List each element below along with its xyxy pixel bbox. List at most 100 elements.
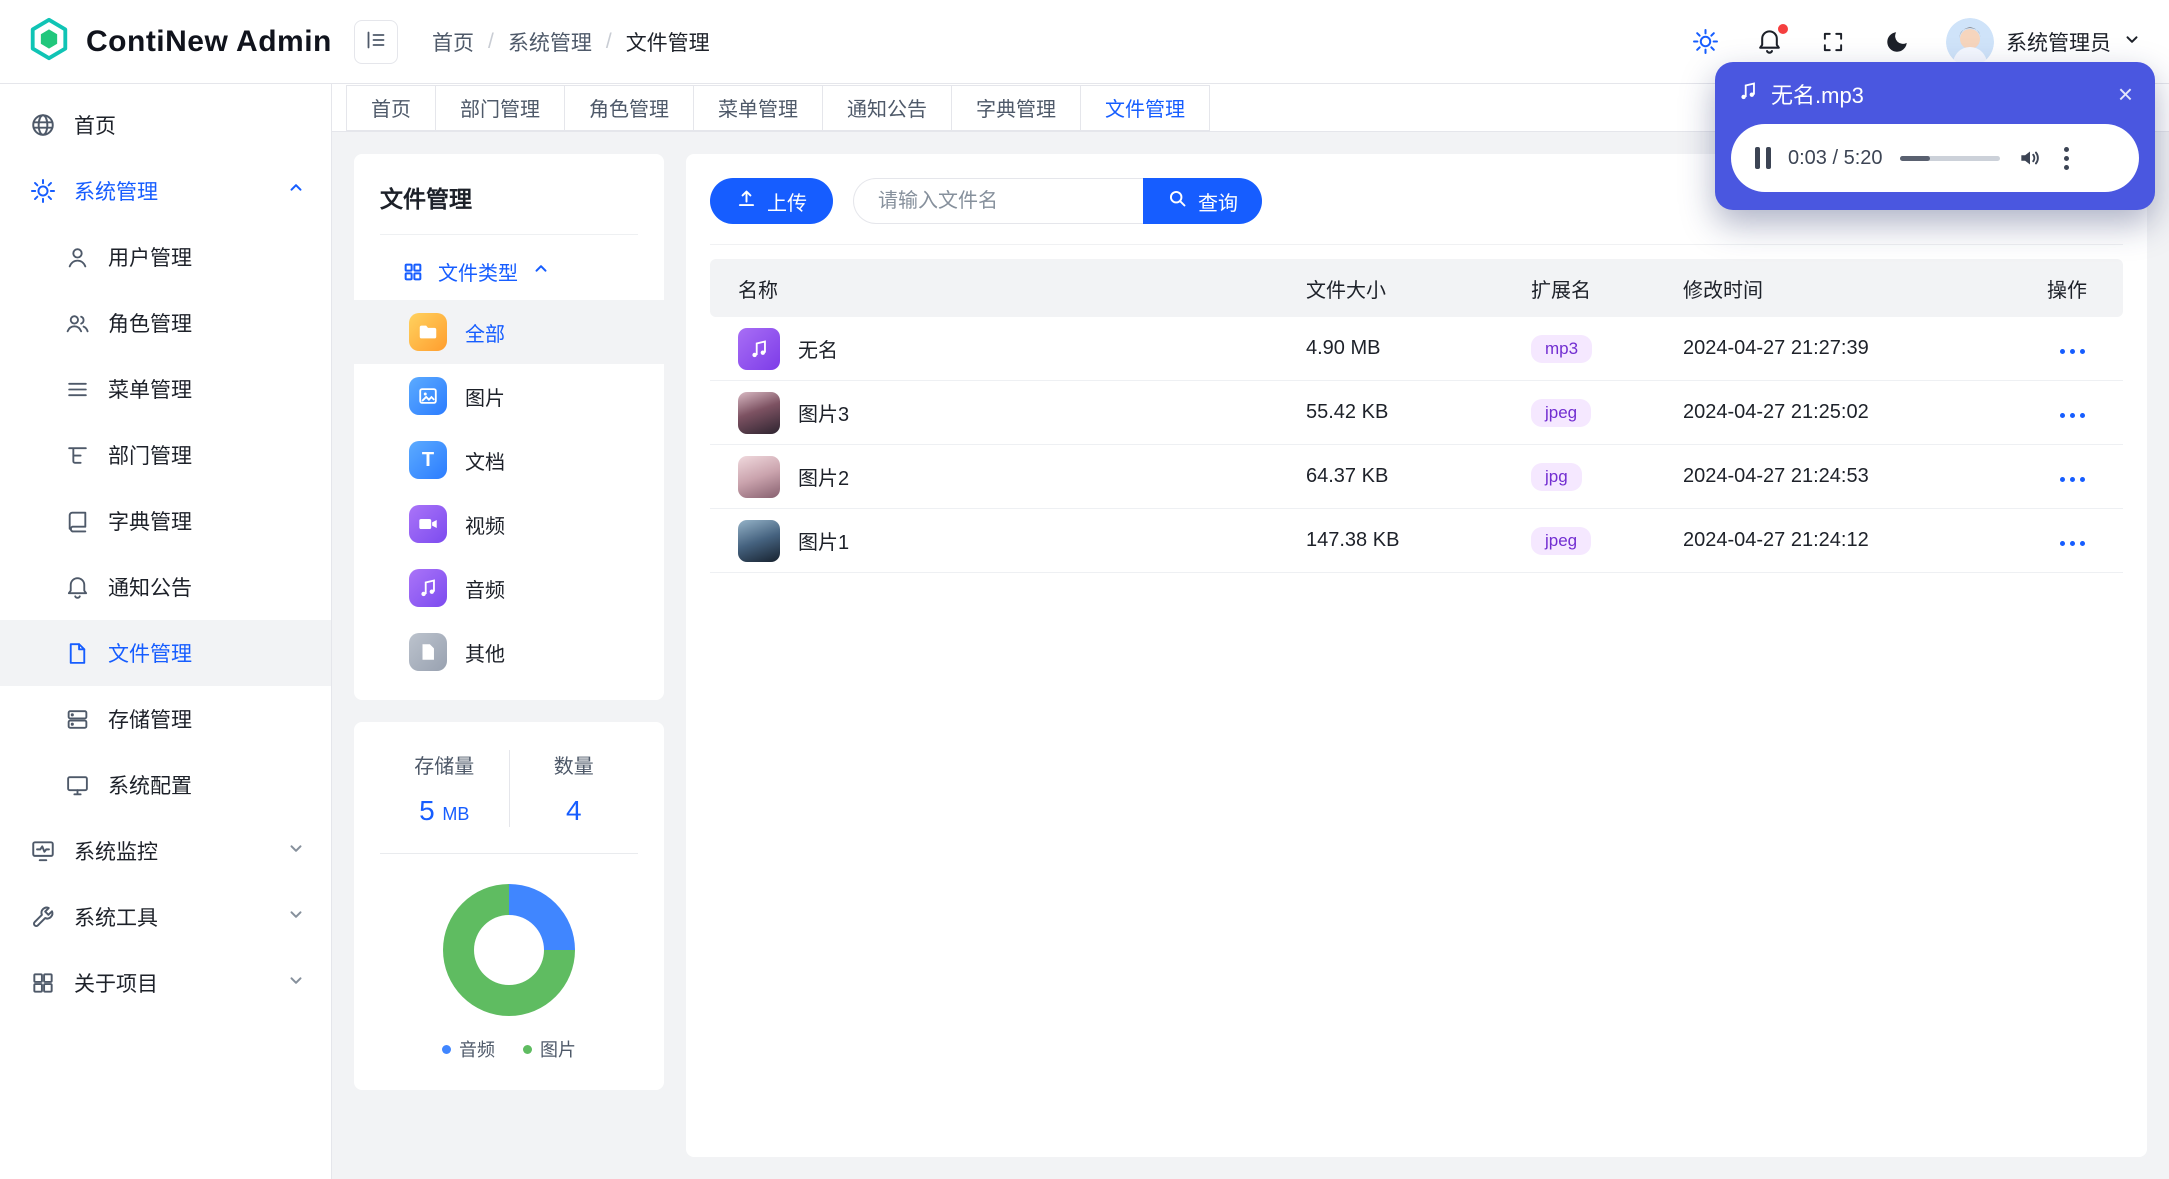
content-area: 文件管理 文件类型 全部 图片 T 文档 视频 音频 其他 存储量 5 MB 数… [332,132,2169,1179]
grid-small-icon [402,261,424,283]
file-list-card: 上传 查询 名称 文件大小 扩展名 修改时 [686,154,2147,1157]
book-icon [64,508,90,534]
tab-notice[interactable]: 通知公告 [822,84,952,131]
sidebar-item-system-management[interactable]: 系统管理 [0,158,331,224]
search-icon [1167,188,1188,215]
sidebar-item-notice[interactable]: 通知公告 [0,554,331,620]
file-type-video[interactable]: 视频 [354,492,664,556]
tab-home[interactable]: 首页 [346,84,436,131]
sidebar-item-system-monitor[interactable]: 系统监控 [0,818,331,884]
sidebar-item-role-management[interactable]: 角色管理 [0,290,331,356]
divider [380,853,638,854]
file-type-image[interactable]: 图片 [354,364,664,428]
sidebar-item-user-management[interactable]: 用户管理 [0,224,331,290]
sidebar-item-menu-management[interactable]: 菜单管理 [0,356,331,422]
audio-player-popup: 无名.mp3 × 0:03 / 5:20 [1715,62,2155,210]
tab-label: 部门管理 [460,99,540,121]
sidebar-item-dict-management[interactable]: 字典管理 [0,488,331,554]
table-row[interactable]: 图片2 64.37 KB jpg 2024-04-27 21:24:53 [710,445,2123,509]
table-row[interactable]: 图片3 55.42 KB jpeg 2024-04-27 21:25:02 [710,381,2123,445]
sidebar-item-system-config[interactable]: 系统配置 [0,752,331,818]
tab-menu-management[interactable]: 菜单管理 [693,84,823,131]
fullscreen-icon[interactable] [1818,27,1848,57]
collapse-sidebar-button[interactable] [354,19,398,64]
audio-controls: 0:03 / 5:20 [1731,124,2139,192]
pause-button[interactable] [1755,147,1771,169]
upload-button[interactable]: 上传 [710,178,833,224]
sidebar-item-about[interactable]: 关于项目 [0,950,331,1016]
file-type-audio[interactable]: 音频 [354,556,664,620]
tab-file-management[interactable]: 文件管理 [1080,84,1210,131]
image-thumbnail [738,455,780,498]
sidebar-item-label: 首页 [74,115,116,138]
storage-value: 5 [419,795,435,826]
image-icon [409,377,447,415]
file-ext-tag: jpeg [1531,526,1592,555]
file-type-document[interactable]: T 文档 [354,428,664,492]
file-name: 图片1 [798,532,850,554]
tab-label: 首页 [371,99,411,121]
document-icon: T [409,441,447,479]
settings-gear-icon[interactable] [1690,27,1720,57]
file-size: 147.38 KB [1306,529,1400,551]
row-actions-button[interactable] [2058,343,2087,360]
table-row[interactable]: 无名 4.90 MB mp3 2024-04-27 21:27:39 [710,317,2123,381]
music-note-icon [409,569,447,607]
player-menu-icon[interactable] [2060,143,2073,174]
file-ext-tag: jpg [1531,462,1582,491]
sidebar-item-system-tools[interactable]: 系统工具 [0,884,331,950]
image-thumbnail [738,391,780,434]
sidebar-item-home[interactable]: 首页 [0,92,331,158]
sidebar-item-label: 部门管理 [108,445,192,468]
sidebar-item-file-management[interactable]: 文件管理 [0,620,331,686]
player-title: 无名.mp3 [1771,83,1864,108]
volume-icon[interactable] [2017,145,2043,171]
notifications-bell-icon[interactable] [1754,23,1788,57]
brand[interactable]: ContiNew Admin [0,16,332,67]
sidebar-item-label: 用户管理 [108,247,192,270]
player-seekbar[interactable] [1899,155,2000,161]
sidebar-item-label: 字典管理 [108,511,192,534]
dark-mode-moon-icon[interactable] [1882,27,1912,57]
upload-label: 上传 [767,192,807,215]
legend-dot-image [523,1044,532,1054]
panel-title: 文件管理 [380,180,638,235]
sidebar-item-dept-management[interactable]: 部门管理 [0,422,331,488]
file-type-all[interactable]: 全部 [354,300,664,364]
player-header: 无名.mp3 × [1715,62,2155,118]
tree-icon [64,442,90,468]
user-menu[interactable]: 系统管理员 [1946,17,2141,66]
chevron-down-icon [287,839,305,863]
desktop-icon [64,772,90,798]
search-input[interactable] [853,178,1143,224]
file-name: 图片2 [798,468,850,490]
wrench-icon [30,904,56,930]
grid-icon [30,970,56,996]
table-row[interactable]: 图片1 147.38 KB jpeg 2024-04-27 21:24:12 [710,509,2123,573]
type-label: 文档 [465,451,505,474]
type-label: 音频 [465,579,505,602]
video-camera-icon [409,505,447,543]
tab-label: 文件管理 [1105,99,1185,121]
breadcrumb-system[interactable]: 系统管理 [508,27,592,57]
sidebar-item-label: 菜单管理 [108,379,192,402]
query-button[interactable]: 查询 [1143,178,1262,224]
chevron-down-icon [2123,30,2141,53]
tab-label: 菜单管理 [718,99,798,121]
tab-dept-management[interactable]: 部门管理 [435,84,565,131]
tab-role-management[interactable]: 角色管理 [564,84,694,131]
sidebar-item-storage-management[interactable]: 存储管理 [0,686,331,752]
close-icon[interactable]: × [2118,81,2133,107]
file-type-other[interactable]: 其他 [354,620,664,684]
file-table: 名称 文件大小 扩展名 修改时间 操作 无名 4.90 MB mp3 2024-… [710,259,2123,573]
breadcrumb-home[interactable]: 首页 [432,27,474,57]
chevron-down-icon [287,905,305,929]
username: 系统管理员 [2006,31,2111,55]
row-actions-button[interactable] [2058,471,2087,488]
row-actions-button[interactable] [2058,535,2087,552]
row-actions-button[interactable] [2058,407,2087,424]
tab-dict-management[interactable]: 字典管理 [951,84,1081,131]
gear-icon [30,178,56,204]
storage-stat: 存储量 5 MB [380,750,509,827]
file-type-section-header[interactable]: 文件类型 [354,249,664,300]
